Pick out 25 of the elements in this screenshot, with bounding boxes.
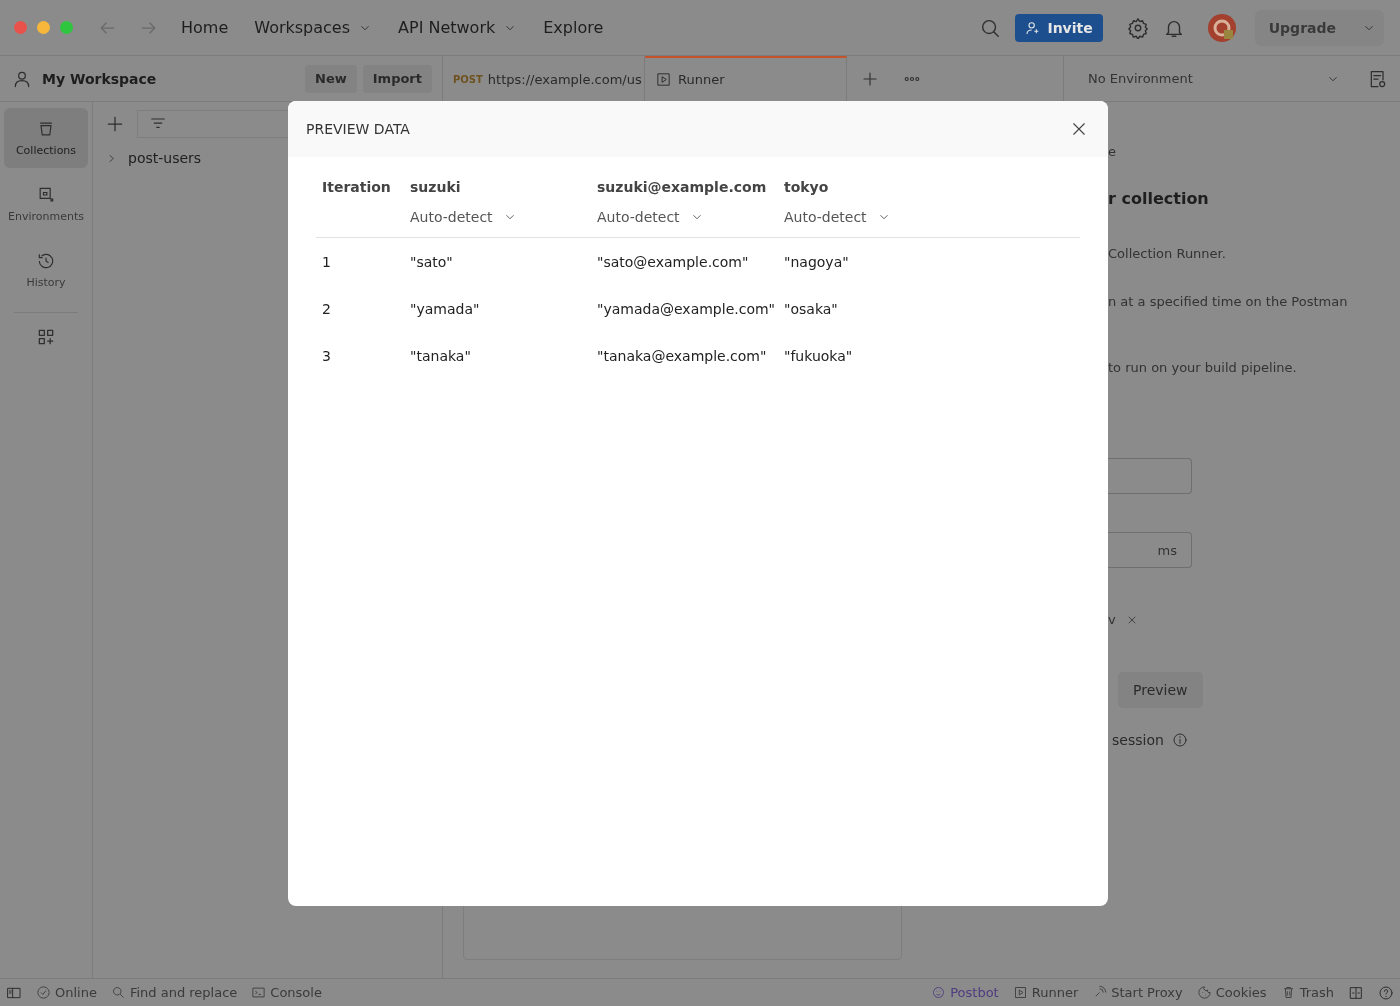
runner-text: e [1108, 144, 1116, 159]
table-cell-text: "fukuoka" [784, 347, 854, 364]
runner-text: to run on your build pipeline. [1108, 360, 1297, 375]
table-cell-text: "tanaka@example.com" [597, 347, 768, 364]
table-cell-text: "tanaka" [410, 347, 472, 364]
table-cell-text: "yamada@example.com" [597, 300, 777, 317]
table-cell-text: "yamada" [410, 300, 481, 317]
data-file-name: v [1108, 612, 1116, 627]
table-cell-text: "sato" [410, 253, 454, 270]
table-cell-text: "nagoya" [784, 253, 850, 270]
session-label: session [1111, 732, 1164, 748]
table-cell-text: "osaka" [784, 300, 839, 317]
table-cell-text: "sato@example.com" [597, 253, 750, 270]
runner-heading: r collection [1108, 189, 1209, 208]
table-cell-text: 2 [322, 300, 332, 317]
table-cell-text: 3 [322, 347, 332, 364]
runner-text: Collection Runner. [1108, 246, 1226, 261]
column-header: tokyo [784, 178, 829, 197]
workspace-name: My Workspace [42, 70, 157, 87]
runner-text: n at a specified time on the Postman [1108, 294, 1348, 309]
table-cell-text: 1 [322, 253, 332, 270]
column-header: suzuki@example.com [597, 178, 767, 197]
column-header: suzuki [410, 178, 461, 197]
column-header: Iteration [322, 178, 391, 197]
dialog-title: PREVIEW DATA [306, 121, 410, 137]
